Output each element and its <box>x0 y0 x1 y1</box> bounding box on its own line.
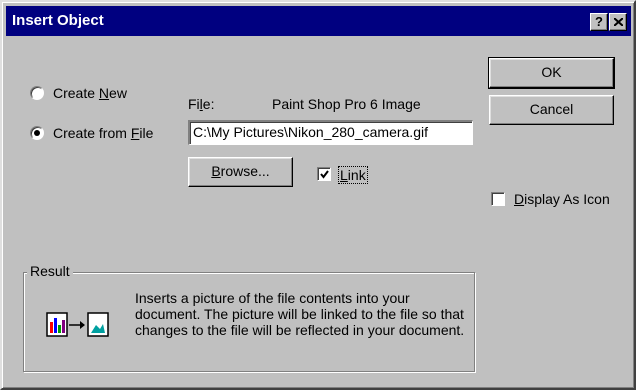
browse-button[interactable]: Browse... <box>188 157 293 187</box>
display-as-icon-checkbox[interactable] <box>491 192 505 206</box>
link-picture-icon <box>46 312 109 337</box>
create-new-radio[interactable] <box>30 86 44 100</box>
result-description: Inserts a picture of the file contents i… <box>135 290 465 338</box>
file-type-name: Paint Shop Pro 6 Image <box>272 96 421 112</box>
ok-button[interactable]: OK <box>488 57 615 89</box>
file-label: File: <box>188 96 215 112</box>
question-mark-icon: ? <box>595 14 603 29</box>
close-button[interactable] <box>609 13 627 31</box>
create-new-label[interactable]: Create New <box>53 85 127 101</box>
link-label[interactable]: Link <box>338 166 368 184</box>
title-bar: Insert Object ? <box>6 6 631 36</box>
radio-selected-dot <box>34 130 40 136</box>
cancel-button[interactable]: Cancel <box>489 95 614 125</box>
checkmark-icon <box>320 170 329 179</box>
result-group-title: Result <box>27 263 73 279</box>
help-button[interactable]: ? <box>590 13 608 31</box>
display-as-icon-label[interactable]: Display As Icon <box>514 191 610 207</box>
dialog-title: Insert Object <box>12 12 104 29</box>
create-from-file-radio[interactable] <box>30 126 44 140</box>
insert-object-dialog: Insert Object ? Create New Create from F… <box>0 0 636 390</box>
create-from-file-label[interactable]: Create from File <box>53 125 153 141</box>
file-path-input[interactable]: C:\My Pictures\Nikon_280_camera.gif <box>188 120 473 145</box>
close-x-icon <box>614 18 623 26</box>
link-checkbox[interactable] <box>317 167 331 181</box>
